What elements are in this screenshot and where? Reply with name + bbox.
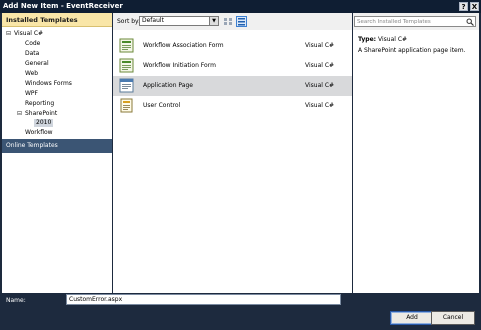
application-page-icon: [119, 78, 134, 93]
title-bar: Add New Item - EventReceiver ? X: [0, 0, 481, 13]
sort-toolbar: Sort by: Default ▼: [113, 13, 352, 30]
template-name: User Control: [143, 102, 181, 109]
template-language: Visual C#: [305, 42, 335, 49]
template-details-pane: Search Installed Templates Type: Visual …: [353, 13, 479, 293]
sort-by-label: Sort by:: [117, 18, 141, 25]
tree-item-windows-forms[interactable]: Windows Forms: [25, 80, 72, 88]
small-icons-view-button[interactable]: [223, 16, 234, 27]
search-placeholder: Search Installed Templates: [357, 19, 431, 25]
tree-item-data[interactable]: Data: [25, 50, 39, 58]
template-name: Application Page: [143, 82, 193, 89]
template-item-workflow-association-form[interactable]: Workflow Association Form Visual C#: [113, 36, 352, 56]
search-toolbar: Search Installed Templates: [353, 13, 479, 30]
template-name: Workflow Association Form: [143, 42, 224, 49]
name-input-value: CustomError.aspx: [69, 296, 123, 303]
form-template-icon: [119, 58, 134, 73]
search-installed-templates-input[interactable]: Search Installed Templates: [354, 16, 476, 27]
template-item-user-control[interactable]: User Control Visual C#: [113, 96, 352, 116]
tree-item-visual-csharp[interactable]: Visual C#: [14, 30, 43, 38]
sort-by-value: Default: [142, 17, 164, 24]
template-language: Visual C#: [305, 102, 335, 109]
tree-item-web[interactable]: Web: [25, 70, 38, 78]
list-view-icon: [238, 18, 245, 26]
type-value: Visual C#: [378, 36, 408, 43]
tree-item-workflow[interactable]: Workflow: [25, 129, 53, 137]
collapse-visual-csharp-icon[interactable]: ⊟: [6, 30, 12, 38]
template-language: Visual C#: [305, 62, 335, 69]
template-description: A SharePoint application page item.: [358, 47, 466, 54]
chevron-down-icon[interactable]: ▼: [209, 17, 218, 25]
search-icon[interactable]: [466, 18, 474, 26]
tree-item-general[interactable]: General: [25, 60, 49, 68]
installed-templates-label: Installed Templates: [6, 16, 78, 24]
template-item-application-page[interactable]: Application Page Visual C#: [113, 76, 352, 96]
help-button[interactable]: ?: [459, 2, 468, 11]
add-button[interactable]: Add: [390, 311, 434, 325]
window-title: Add New Item - EventReceiver: [3, 2, 123, 10]
name-label: Name:: [6, 297, 26, 304]
sort-by-dropdown[interactable]: Default ▼: [139, 16, 219, 26]
online-templates-header[interactable]: Online Templates: [2, 139, 112, 153]
template-item-workflow-initiation-form[interactable]: Workflow Initiation Form Visual C#: [113, 56, 352, 76]
tree-item-reporting[interactable]: Reporting: [25, 100, 54, 108]
name-input[interactable]: CustomError.aspx: [66, 294, 341, 305]
template-language: Visual C#: [305, 82, 335, 89]
templates-tree-pane: Installed Templates ⊟ Visual C# Code Dat…: [2, 13, 112, 293]
template-list-pane: Sort by: Default ▼ Workflow Association …: [113, 13, 352, 293]
close-button[interactable]: X: [470, 2, 479, 11]
online-templates-label: Online Templates: [6, 142, 58, 149]
tree-item-code[interactable]: Code: [25, 40, 40, 48]
small-icons-view-icon: [224, 18, 232, 25]
collapse-sharepoint-icon[interactable]: ⊟: [17, 110, 23, 118]
medium-icons-view-button[interactable]: [236, 16, 247, 27]
type-label: Type:: [358, 36, 377, 43]
template-name: Workflow Initiation Form: [143, 62, 216, 69]
tree-item-wpf[interactable]: WPF: [25, 90, 38, 98]
tree-item-sharepoint[interactable]: SharePoint: [25, 110, 57, 118]
user-control-icon: [120, 98, 133, 113]
installed-templates-header[interactable]: Installed Templates: [2, 13, 112, 27]
cancel-button[interactable]: Cancel: [431, 311, 475, 325]
form-template-icon: [119, 38, 134, 53]
tree-item-2010[interactable]: 2010: [34, 119, 54, 127]
